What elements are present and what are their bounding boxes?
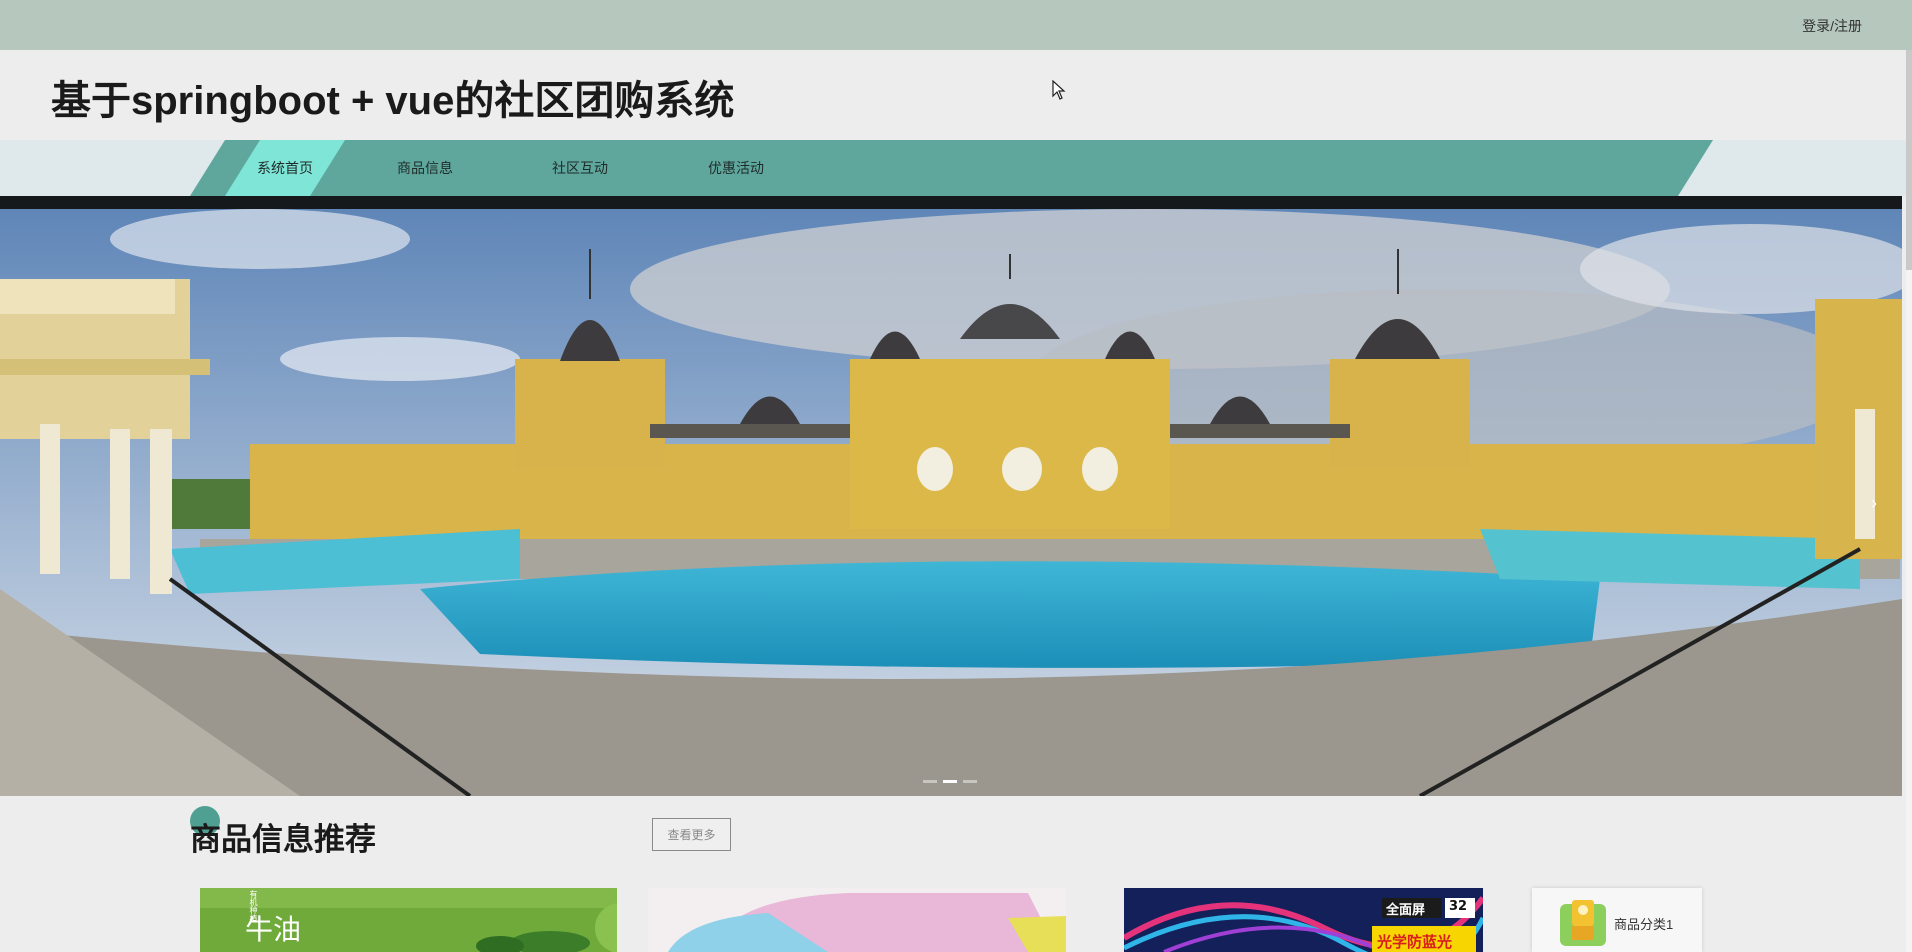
nav-item-promotions[interactable]: 优惠活动 — [691, 140, 781, 196]
product-image-side-text: 有机种植 — [249, 890, 258, 922]
view-more-button[interactable]: 查看更多 — [652, 818, 731, 851]
site-header: 基于springboot + vue的社区团购系统 — [0, 50, 1906, 140]
product-card[interactable]: 牛油 有机种植 — [200, 888, 617, 952]
page-scrollbar[interactable] — [1906, 50, 1912, 952]
product-card[interactable]: 全面屏 32 光学防蓝光 — [1124, 888, 1483, 952]
mouse-cursor-icon — [1052, 80, 1066, 100]
nav-divider — [0, 196, 1902, 209]
product-card[interactable] — [648, 888, 1066, 952]
section-title: 商品信息推荐 — [190, 822, 376, 857]
banner-carousel[interactable]: › — [0, 209, 1902, 796]
scrollbar-thumb[interactable] — [1906, 50, 1912, 270]
top-bar: 登录/注册 — [0, 0, 1912, 50]
nav-item-products[interactable]: 商品信息 — [380, 140, 470, 196]
carousel-next-button[interactable]: › — [1864, 483, 1884, 523]
carousel-indicators — [923, 780, 977, 783]
banner-image — [0, 209, 1902, 796]
nav-item-community[interactable]: 社区互动 — [535, 140, 625, 196]
login-register-link[interactable]: 登录/注册 — [1802, 16, 1862, 36]
product-badge-top: 全面屏 — [1386, 903, 1426, 918]
product-badge-bottom: 光学防蓝光 — [1377, 933, 1453, 951]
category-card[interactable]: 商品分类1 — [1532, 888, 1702, 952]
main-navigation: 系统首页 商品信息 社区互动 优惠活动 — [0, 140, 1906, 196]
carousel-dot[interactable] — [943, 780, 957, 783]
site-title: 基于springboot + vue的社区团购系统 — [51, 79, 735, 123]
category-product-icon — [1560, 900, 1606, 946]
product-badge-number: 32 — [1449, 899, 1468, 914]
category-label: 商品分类1 — [1614, 917, 1674, 932]
carousel-dot[interactable] — [963, 780, 977, 783]
chevron-right-icon: › — [1871, 493, 1877, 513]
product-image — [648, 888, 1066, 952]
carousel-dot[interactable] — [923, 780, 937, 783]
